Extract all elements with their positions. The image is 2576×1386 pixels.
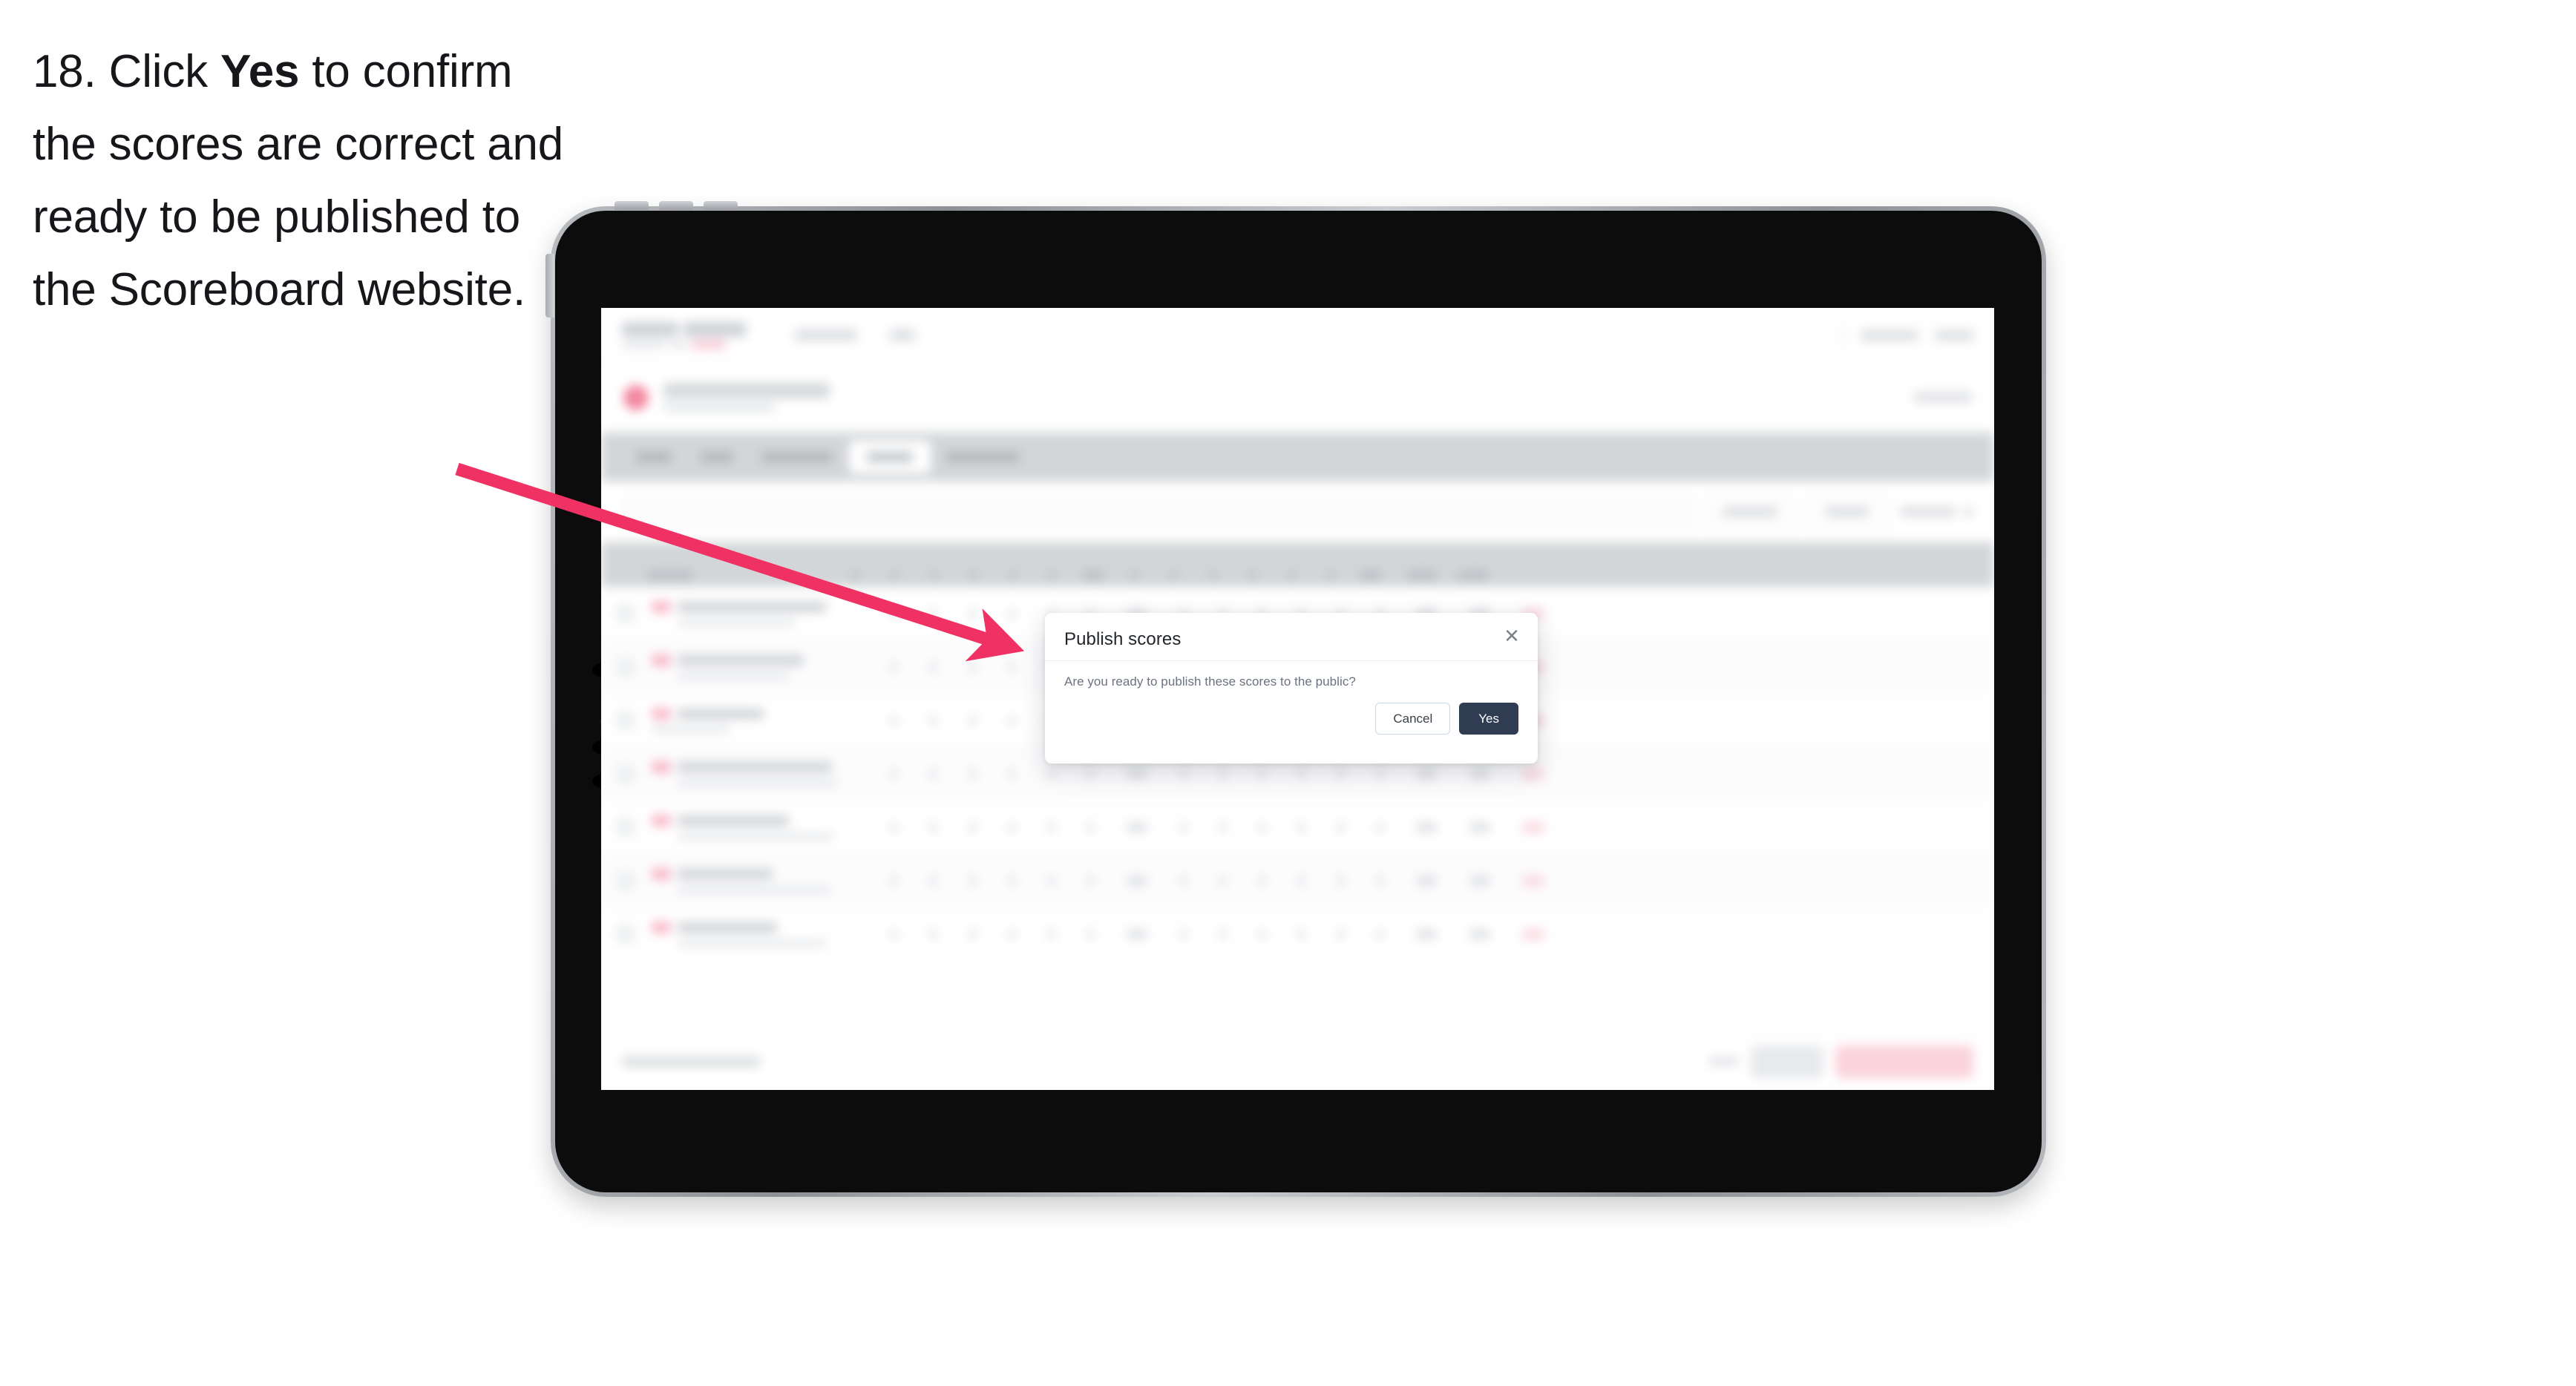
tab-5[interactable] <box>934 441 1032 473</box>
table-row[interactable] <box>601 907 1994 961</box>
country-flag-icon <box>652 654 671 666</box>
extra-top-button[interactable] <box>704 201 738 210</box>
player-cell <box>652 654 874 680</box>
app-tab-bar[interactable] <box>601 433 1994 482</box>
player-cell <box>652 707 874 733</box>
country-flag-icon <box>652 707 671 720</box>
app-header-right <box>1843 323 1973 346</box>
footer-status-text <box>622 1056 760 1067</box>
user-name-label <box>1861 329 1918 341</box>
app-header <box>601 308 1994 363</box>
instruction-before: Click <box>108 46 209 97</box>
country-flag-icon <box>652 814 671 827</box>
country-flag-icon <box>652 761 671 773</box>
dialog-body: Are you ready to publish these scores to… <box>1045 661 1538 689</box>
player-cell <box>652 761 874 786</box>
results-table-header <box>601 542 1994 587</box>
score-badge <box>1522 874 1544 887</box>
table-row[interactable] <box>601 854 1994 907</box>
app-main-nav[interactable] <box>795 329 915 341</box>
player-cell <box>652 600 874 626</box>
dialog-actions: Cancel Yes <box>1045 689 1538 735</box>
power-button[interactable] <box>545 254 554 318</box>
tab-2[interactable] <box>689 441 745 473</box>
row-checkbox[interactable] <box>616 870 635 890</box>
footer-cancel-link[interactable] <box>1709 1057 1739 1066</box>
nav-item-1[interactable] <box>795 329 857 341</box>
event-title <box>663 383 830 398</box>
volume-down-button[interactable] <box>659 201 693 210</box>
step-number: 18. <box>33 46 96 97</box>
filter-select-2[interactable] <box>1806 496 1889 528</box>
tab-results-active[interactable] <box>849 441 931 473</box>
tab-3[interactable] <box>748 441 846 473</box>
row-checkbox[interactable] <box>616 924 635 944</box>
country-flag-icon <box>652 867 671 880</box>
footer-secondary-button[interactable] <box>1751 1045 1823 1078</box>
country-flag-icon <box>652 600 671 613</box>
yes-button[interactable]: Yes <box>1459 703 1518 735</box>
row-checkbox[interactable] <box>616 710 635 730</box>
country-flag-icon <box>652 921 671 933</box>
close-icon[interactable]: ✕ <box>1501 625 1523 647</box>
dialog-message: Are you ready to publish these scores to… <box>1064 674 1356 689</box>
view-toggle[interactable] <box>1901 506 1973 517</box>
app-toolbar <box>601 482 1994 542</box>
page-root: 18. Click Yes to confirm the scores are … <box>0 0 2576 1386</box>
volume-up-button[interactable] <box>614 201 649 210</box>
app-page-title-bar <box>601 363 1994 433</box>
row-checkbox[interactable] <box>616 817 635 837</box>
score-badge <box>1522 821 1544 833</box>
nav-item-2[interactable] <box>890 329 915 341</box>
dialog-header: Publish scores ✕ <box>1045 613 1538 661</box>
score-badge <box>1522 927 1544 940</box>
filter-select-1[interactable] <box>1706 496 1794 528</box>
row-checkbox[interactable] <box>616 657 635 677</box>
row-checkbox[interactable] <box>616 763 635 784</box>
sign-out-link[interactable] <box>1935 329 1973 341</box>
event-meta <box>1914 392 1972 403</box>
publish-scores-dialog: Publish scores ✕ Are you ready to publis… <box>1045 613 1538 763</box>
player-cell <box>652 921 874 947</box>
app-logo[interactable] <box>622 321 746 349</box>
row-checkbox[interactable] <box>616 603 635 623</box>
cancel-button[interactable]: Cancel <box>1375 703 1451 735</box>
instruction-emphasis: Yes <box>220 46 300 97</box>
player-cell <box>652 867 874 893</box>
app-footer-bar <box>601 1032 1994 1090</box>
event-subtitle <box>663 403 775 412</box>
player-cell <box>652 814 874 840</box>
table-row[interactable] <box>601 801 1994 854</box>
score-badge <box>1522 767 1544 780</box>
tab-1[interactable] <box>622 441 686 473</box>
event-logo-icon <box>623 384 649 410</box>
instruction-text: 18. Click Yes to confirm the scores are … <box>33 36 567 326</box>
dialog-title: Publish scores <box>1064 629 1182 649</box>
footer-publish-button[interactable] <box>1835 1045 1973 1078</box>
search-input[interactable] <box>622 496 1694 528</box>
